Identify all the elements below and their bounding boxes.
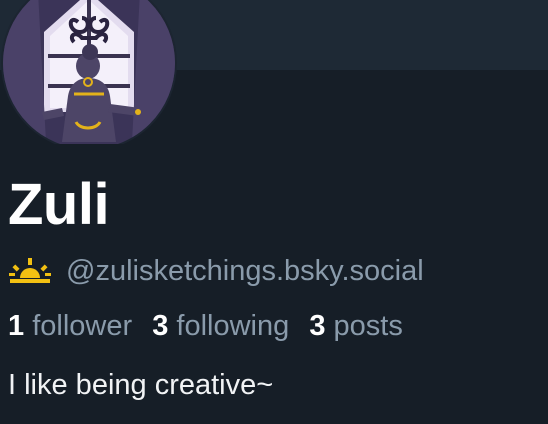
profile-page: Zuli @zulisketchings.bsky.social 1 follo… [0,0,548,424]
profile-handle[interactable]: @zulisketchings.bsky.social [66,255,424,288]
following-label: following [176,310,290,342]
following-count: 3 [152,310,169,342]
following-stat[interactable]: 3 following [152,310,289,342]
followers-stat[interactable]: 1 follower [8,310,132,342]
profile-bio: I like being creative~ [8,369,274,401]
handle-row: @zulisketchings.bsky.social [8,252,424,290]
profile-stats: 1 follower 3 following 3 posts [8,310,403,343]
posts-label: posts [333,310,403,342]
display-name: Zuli [8,172,110,237]
sunrise-emoji-icon [9,258,51,283]
avatar[interactable] [0,0,180,144]
followers-label: follower [32,310,133,342]
posts-stat: 3 posts [309,310,403,342]
followers-count: 1 [8,310,25,342]
posts-count: 3 [309,310,326,342]
